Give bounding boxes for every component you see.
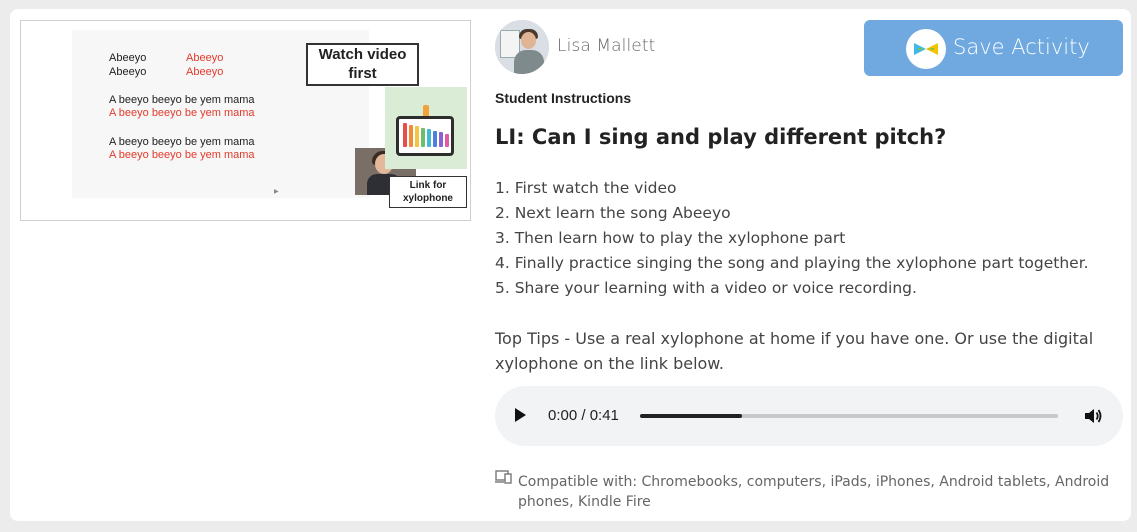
save-activity-label: Save Activity (953, 35, 1090, 59)
xylophone-bar (415, 126, 419, 147)
lyric-text-red: Abeeyo (186, 52, 224, 64)
watch-line-2: first (348, 65, 377, 82)
xylophone-bar (445, 133, 449, 147)
lyric-text: Abeeyo (109, 52, 147, 64)
xylophone-bar (421, 127, 425, 147)
xylophone-bar (433, 130, 437, 147)
xylophone-bar (439, 132, 443, 147)
compatibility-text: Compatible with: Chromebooks, computers,… (518, 474, 1110, 510)
link-for-xylophone-label: Link for xylophone (389, 176, 467, 208)
xylophone-bar (409, 124, 413, 147)
lyric-line-red: A beeyo beeyo be yem mama (109, 107, 255, 119)
xylophone-icon (385, 87, 467, 169)
xylophone-bar (403, 123, 407, 147)
step-item: 4. Finally practice singing the song and… (495, 254, 1089, 272)
link-line-2: xylophone (402, 193, 453, 204)
audio-progress-fill (640, 414, 743, 418)
instructions-steps: 1. First watch the video 2. Next learn t… (495, 176, 1125, 301)
xylophone-bar (427, 129, 431, 147)
seesaw-logo-icon (906, 29, 946, 69)
top-tips: Top Tips - Use a real xylophone at home … (495, 329, 1094, 373)
watch-video-label: Watch video first (306, 43, 419, 86)
devices-icon (495, 470, 513, 484)
audio-time: 0:00 / 0:41 (548, 407, 619, 424)
link-line-1: Link for (409, 180, 447, 191)
instructions-title: LI: Can I sing and play different pitch? (495, 125, 947, 149)
lyric-line: A beeyo beeyo be yem mama (109, 136, 255, 148)
author-name: Lisa Mallett (557, 36, 656, 56)
audio-progress-slider[interactable] (640, 414, 1058, 418)
slide-preview: Abeeyo Abeeyo Abeeyo Abeeyo A beeyo beey… (72, 30, 419, 198)
author-avatar (495, 20, 549, 74)
step-item: 1. First watch the video (495, 179, 677, 197)
lyric-text-red: Abeeyo (186, 66, 224, 78)
volume-icon[interactable] (1083, 406, 1103, 426)
step-item: 2. Next learn the song Abeeyo (495, 204, 731, 222)
instructions-heading: Student Instructions (495, 90, 632, 106)
audio-player: 0:00 / 0:41 (495, 386, 1123, 446)
play-icon[interactable] (515, 408, 526, 422)
save-activity-button[interactable]: Save Activity (864, 20, 1123, 76)
step-item: 5. Share your learning with a video or v… (495, 279, 917, 297)
lyric-text: Abeeyo (109, 66, 147, 78)
watch-line-1: Watch video (318, 46, 407, 63)
lyric-line: A beeyo beeyo be yem mama (109, 94, 255, 106)
play-indicator-icon: ▶ (274, 189, 279, 195)
activity-thumbnail[interactable]: Abeeyo Abeeyo Abeeyo Abeeyo A beeyo beey… (20, 20, 471, 221)
lyric-line-red: A beeyo beeyo be yem mama (109, 149, 255, 161)
step-item: 3. Then learn how to play the xylophone … (495, 229, 846, 247)
